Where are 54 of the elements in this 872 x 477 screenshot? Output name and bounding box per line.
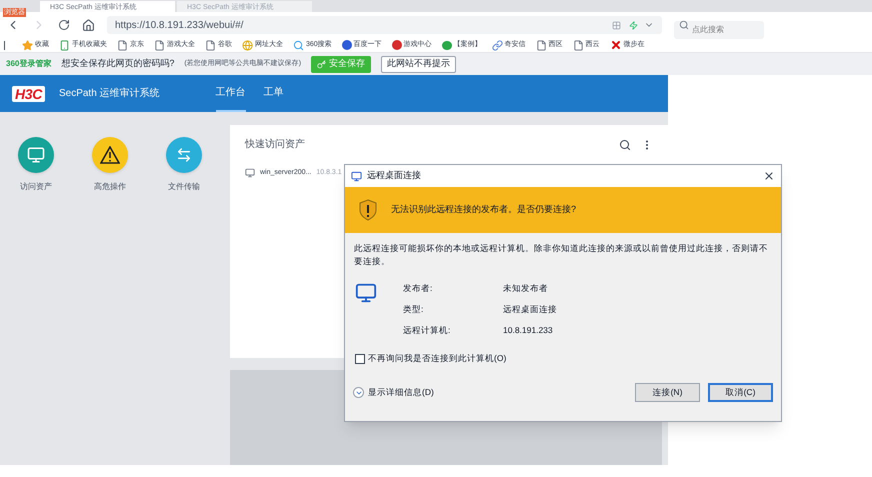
key-icon — [317, 60, 326, 68]
dialog-title: 远程桌面连接 — [367, 169, 422, 182]
dialog-button[interactable]: 连接(N) — [635, 383, 700, 402]
page-icon — [572, 40, 584, 50]
search-icon[interactable] — [619, 138, 631, 150]
monitor-icon — [27, 146, 45, 164]
globe-icon — [242, 40, 253, 50]
checkbox[interactable] — [355, 354, 365, 364]
address-bar[interactable]: https://10.8.191.233/webui/#/ — [107, 16, 662, 34]
app-logo: H3C — [12, 86, 45, 102]
page-icon — [536, 40, 547, 50]
detail-value: 远程桌面连接 — [503, 302, 557, 316]
dialog-description: 此远程连接可能损坏你的本地或远程计算机。除非你知道此连接的来源或以前曾使用过此连接，否则请不要连接。 — [353, 242, 769, 268]
home-icon[interactable] — [82, 18, 95, 32]
transfer-icon — [176, 147, 192, 163]
password-prompt: 想安全保存此网页的密码吗? — [61, 57, 174, 70]
checkbox-label: 不再询问我是否连接到此计算机(O) — [368, 352, 506, 365]
dialog-button[interactable]: 取消(C) — [708, 383, 773, 402]
shortcut-label: 文件传输 — [168, 181, 200, 193]
app-title: SecPath 运维审计系统 — [58, 86, 160, 101]
close-icon[interactable] — [763, 170, 775, 182]
page-icon — [205, 40, 216, 50]
grid-icon — [612, 20, 621, 30]
computer-icon — [351, 170, 362, 182]
page-icon — [154, 40, 165, 50]
details-toggle[interactable]: 显示详细信息(D) — [353, 386, 635, 399]
nav-tab[interactable]: 工单 — [264, 75, 284, 112]
shortcut-button[interactable] — [92, 137, 128, 173]
search-icon — [679, 20, 689, 30]
computer-icon — [355, 282, 377, 304]
shield-warning-icon — [359, 199, 377, 221]
search-field[interactable]: 点此搜索 — [674, 20, 764, 38]
lightning-icon — [629, 20, 638, 30]
detail-value: 10.8.191.233 — [503, 324, 553, 336]
card-title: 快速访问资产 — [245, 138, 305, 152]
dismiss-button[interactable]: 此网站不再提示 — [381, 56, 456, 72]
page-icon — [117, 40, 128, 50]
star-icon — [22, 40, 33, 50]
chevron-down-icon — [353, 387, 364, 398]
detail-label: 类型: — [403, 302, 424, 316]
shortcut-label: 访问资产 — [20, 181, 52, 193]
detail-label: 远程计算机: — [403, 324, 452, 336]
detail-value: 未知发布者 — [503, 282, 548, 295]
warning-message: 无法识别此远程连接的发布者。是否仍要连接? — [391, 203, 576, 216]
brand-label: 360登录管家 — [6, 58, 52, 70]
monitor-icon — [245, 168, 255, 178]
search-icon — [293, 40, 304, 50]
reload-icon[interactable] — [58, 19, 70, 31]
link-icon — [492, 40, 503, 50]
x-icon — [610, 39, 622, 51]
shortcut-label: 高危操作 — [94, 181, 126, 193]
detail-label: 发布者: — [403, 282, 434, 295]
phone-icon — [59, 40, 70, 50]
warning-icon — [100, 146, 120, 164]
